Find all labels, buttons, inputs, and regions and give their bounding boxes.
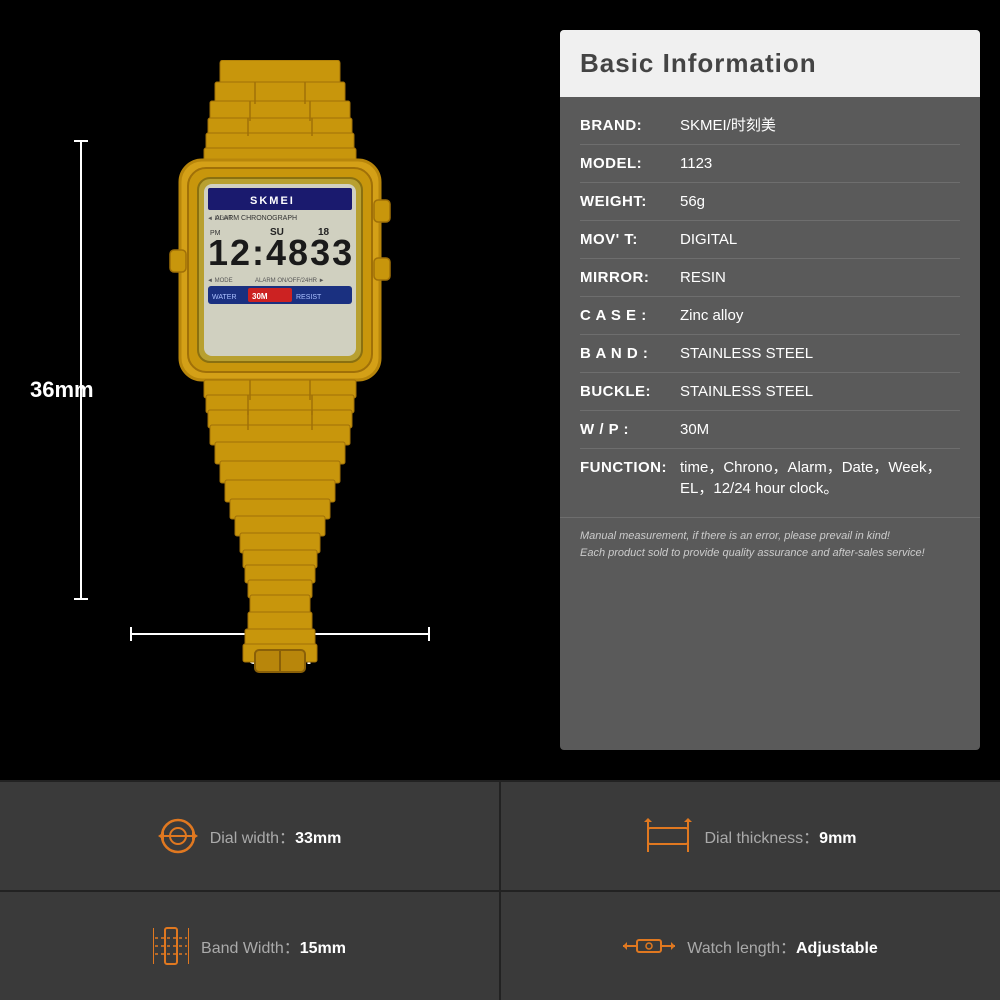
watch-image: SKMEI ALARM CHRONOGRAPH ◄ LIGHT PM SU 18…	[100, 60, 460, 680]
watch-length-icon	[623, 926, 675, 966]
band-width-value: 15mm	[300, 940, 346, 957]
wp-value: 30M	[680, 419, 960, 440]
dial-thickness-label: Dial thickness：	[704, 830, 819, 847]
model-label: MODEL:	[580, 153, 680, 174]
movement-label: MOV' T:	[580, 229, 680, 250]
dial-width-spec: Dial width：33mm	[0, 782, 501, 890]
band-value: STAINLESS STEEL	[680, 343, 960, 364]
case-row: C A S E : Zinc alloy	[580, 297, 960, 335]
info-header: Basic Information	[560, 30, 980, 97]
band-width-spec: Band Width：15mm	[0, 892, 501, 1000]
weight-value: 56g	[680, 191, 960, 212]
buckle-row: BUCKLE: STAINLESS STEEL	[580, 373, 960, 411]
function-label: FUNCTION:	[580, 457, 680, 478]
model-value: 1123	[680, 153, 960, 174]
watch-area: 36mm 33mm	[0, 0, 560, 780]
model-row: MODEL: 1123	[580, 145, 960, 183]
dial-width-icon	[158, 816, 198, 856]
mirror-row: MIRROR: RESIN	[580, 259, 960, 297]
brand-value: SKMEI/时刻美	[680, 115, 960, 136]
dial-width-value: 33mm	[295, 830, 341, 847]
svg-text:30M: 30M	[252, 292, 268, 301]
specs-row-top: Dial width：33mm Dial thickness：9mm	[0, 780, 1000, 890]
weight-label: WEIGHT:	[580, 191, 680, 212]
dial-thickness-text: Dial thickness：9mm	[704, 824, 856, 848]
svg-text:WATER: WATER	[212, 294, 237, 301]
svg-text:◄ MODE: ◄ MODE	[207, 278, 233, 284]
wp-label: W / P :	[580, 419, 680, 440]
dial-thickness-spec: Dial thickness：9mm	[501, 782, 1000, 890]
mirror-label: MIRROR:	[580, 267, 680, 288]
dial-thickness-icon	[644, 816, 692, 856]
buckle-label: BUCKLE:	[580, 381, 680, 402]
band-width-text: Band Width：15mm	[201, 934, 346, 958]
case-value: Zinc alloy	[680, 305, 960, 326]
info-title: Basic Information	[580, 48, 960, 79]
svg-text:12:4833: 12:4833	[208, 232, 354, 273]
main-area: 36mm 33mm	[0, 0, 1000, 780]
dial-width-text: Dial width：33mm	[210, 824, 342, 848]
svg-text:RESIST: RESIST	[296, 294, 322, 301]
note-line1: Manual measurement, if there is an error…	[580, 528, 960, 545]
movement-row: MOV' T: DIGITAL	[580, 221, 960, 259]
svg-text:ALARM ON/OFF/24HR ►: ALARM ON/OFF/24HR ►	[255, 278, 325, 284]
mirror-value: RESIN	[680, 267, 960, 288]
info-note: Manual measurement, if there is an error…	[560, 517, 980, 576]
case-label: C A S E :	[580, 305, 680, 326]
dial-width-label: Dial width：	[210, 830, 295, 847]
svg-text:◄ LIGHT: ◄ LIGHT	[207, 216, 233, 222]
watch-length-text: Watch length：Adjustable	[687, 934, 878, 958]
vertical-dimension-line	[80, 140, 82, 600]
function-value: time，Chrono，Alarm，Date，Week，EL，12/24 hou…	[680, 457, 960, 499]
note-line2: Each product sold to provide quality ass…	[580, 545, 960, 562]
band-width-label: Band Width：	[201, 940, 300, 957]
brand-row: BRAND: SKMEI/时刻美	[580, 107, 960, 145]
watch-length-label: Watch length：	[687, 940, 796, 957]
band-row: B A N D : STAINLESS STEEL	[580, 335, 960, 373]
band-width-icon	[153, 926, 189, 966]
specs-row-bottom: Band Width：15mm Watch length：Adjustable	[0, 890, 1000, 1000]
specs-bar: Dial width：33mm Dial thickness：9mm	[0, 780, 1000, 1000]
info-panel: Basic Information BRAND: SKMEI/时刻美 MODEL…	[560, 30, 980, 750]
info-body: BRAND: SKMEI/时刻美 MODEL: 1123 WEIGHT: 56g…	[560, 97, 980, 517]
buckle-value: STAINLESS STEEL	[680, 381, 960, 402]
band-label: B A N D :	[580, 343, 680, 364]
watch-length-value: Adjustable	[796, 940, 878, 957]
movement-value: DIGITAL	[680, 229, 960, 250]
watch-length-spec: Watch length：Adjustable	[501, 892, 1000, 1000]
weight-row: WEIGHT: 56g	[580, 183, 960, 221]
wp-row: W / P : 30M	[580, 411, 960, 449]
height-dimension-label: 36mm	[30, 377, 94, 403]
function-row: FUNCTION: time，Chrono，Alarm，Date，Week，EL…	[580, 449, 960, 507]
svg-text:SKMEI: SKMEI	[250, 195, 295, 207]
brand-label: BRAND:	[580, 115, 680, 136]
dial-thickness-value: 9mm	[819, 830, 856, 847]
